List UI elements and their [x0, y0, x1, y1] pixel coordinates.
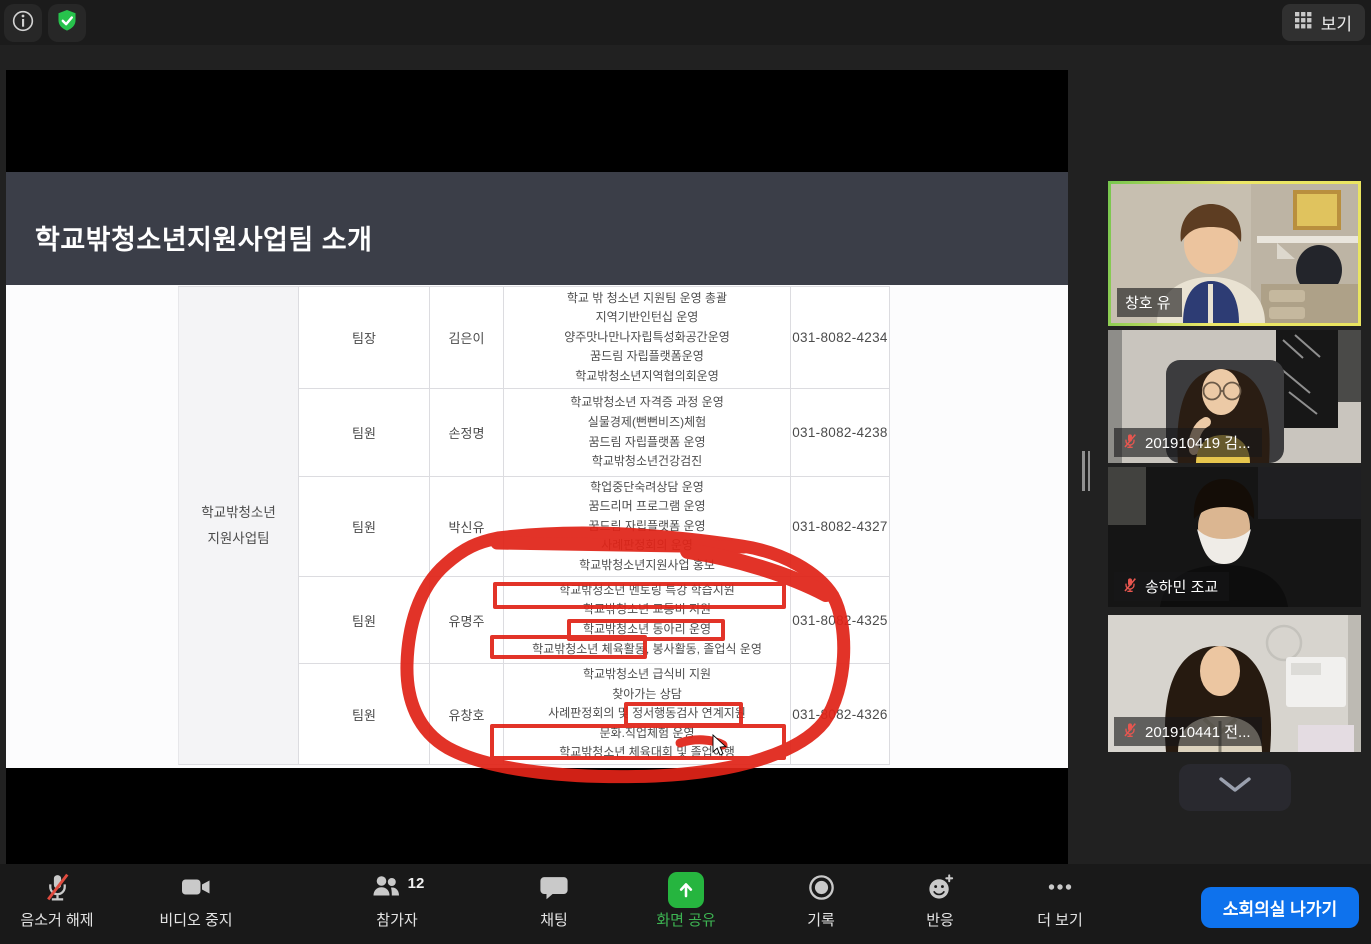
top-bar: 보기 — [0, 0, 1371, 45]
info-icon — [10, 8, 36, 39]
table-duties-cell: 학업중단숙려상담 운영 꿈드리머 프로그램 운영 꿈드림 자립플랫폼 운영 사례… — [504, 477, 791, 577]
table-phone-cell: 031-8082-4238 — [791, 389, 890, 477]
muted-mic-icon — [1122, 722, 1138, 742]
stop-video-button[interactable]: 비디오 중지 — [141, 871, 251, 930]
chevron-down-icon — [1217, 776, 1253, 799]
muted-mic-icon — [1122, 577, 1138, 597]
more-participants-button[interactable] — [1179, 764, 1291, 811]
table-phone-cell: 031-8082-4325 — [791, 577, 890, 664]
participant-name: 201910419 김... — [1145, 432, 1251, 453]
security-shield-icon — [54, 8, 80, 39]
record-icon — [806, 872, 837, 908]
reactions-label: 반응 — [926, 909, 954, 930]
muted-mic-icon — [1122, 433, 1138, 453]
meeting-info-button[interactable] — [4, 4, 42, 42]
participants-label: 참가자 — [376, 909, 417, 930]
bottom-toolbar: 음소거 해제 비디오 중지 12 참가자 — [0, 864, 1371, 944]
share-screen-icon — [668, 872, 704, 908]
table-name-cell: 박신유 — [430, 477, 504, 577]
table-name-cell: 유창호 — [430, 664, 504, 765]
chat-bubble-icon — [539, 872, 569, 907]
table-phone-cell: 031-8082-4326 — [791, 664, 890, 765]
table-duties-cell: 학교밖청소년 급식비 지원 찾아가는 상담 사례판정회의 및 정서행동검사 연계… — [504, 664, 791, 765]
slide-title-band: 학교밖청소년지원사업팀 소개 — [6, 172, 1068, 285]
shared-screen: 학교밖청소년지원사업팀 소개 학교밖청소년 지원사업팀 팀장 김은이 학교 밖 … — [6, 70, 1068, 864]
record-label: 기록 — [807, 909, 835, 930]
camera-icon — [180, 871, 212, 908]
unmute-label: 음소거 해제 — [20, 909, 93, 930]
table-name-cell: 유명주 — [430, 577, 504, 664]
video-tile[interactable]: 201910441 전... — [1108, 615, 1361, 752]
table-phone-cell: 031-8082-4327 — [791, 477, 890, 577]
table-role-cell: 팀원 — [299, 477, 430, 577]
table-role-cell: 팀원 — [299, 577, 430, 664]
record-button[interactable]: 기록 — [766, 871, 876, 930]
table-group-cell: 학교밖청소년 지원사업팀 — [178, 287, 299, 765]
video-tile-active-speaker[interactable]: 창호 유 — [1108, 181, 1361, 326]
stop-video-label: 비디오 중지 — [159, 909, 232, 930]
table-duties-cell: 학교밖청소년 자격증 과정 운영 실물경제(뻔뻔비즈)체험 꿈드림 자립플랫폼 … — [504, 389, 791, 477]
table-name-cell: 손정명 — [430, 389, 504, 477]
participants-count: 12 — [408, 875, 425, 892]
reactions-button[interactable]: 반응 — [885, 871, 995, 930]
mic-muted-icon — [41, 871, 74, 909]
participant-name: 201910441 전... — [1145, 721, 1251, 742]
share-screen-label: 화면 공유 — [656, 909, 715, 930]
view-button[interactable]: 보기 — [1282, 4, 1365, 41]
table-duties-cell: 학교밖청소년 멘토링 특강 학습지원 학교밖청소년 교통비 지원 학교밖청소년 … — [504, 577, 791, 664]
participant-name: 창호 유 — [1125, 292, 1171, 313]
participants-icon — [370, 871, 402, 908]
share-screen-button[interactable]: 화면 공유 — [631, 871, 741, 930]
table-role-cell: 팀원 — [299, 664, 430, 765]
panel-resize-handle[interactable] — [1082, 451, 1092, 491]
table-name-cell: 김은이 — [430, 287, 504, 389]
chat-label: 채팅 — [540, 909, 568, 930]
table-phone-cell: 031-8082-4234 — [791, 287, 890, 389]
participant-name-tag: 201910441 전... — [1114, 717, 1262, 746]
org-table: 학교밖청소년 지원사업팀 팀장 김은이 학교 밖 청소년 지원팀 운영 총괄 지… — [178, 286, 890, 765]
participant-name-tag: 창호 유 — [1117, 288, 1182, 317]
leave-breakout-room-button[interactable]: 소회의실 나가기 — [1201, 887, 1359, 928]
participant-name: 송하민 조교 — [1145, 576, 1218, 597]
zoom-meeting-window: 보기 학교밖청소년지원사업팀 소개 학교밖청소년 지원사업팀 팀장 김은이 학교… — [0, 0, 1371, 944]
table-role-cell: 팀장 — [299, 287, 430, 389]
ellipsis-icon — [1044, 871, 1076, 908]
smiley-reactions-icon — [925, 872, 956, 908]
slide-title: 학교밖청소년지원사업팀 소개 — [35, 218, 372, 257]
slide-content: 학교밖청소년 지원사업팀 팀장 김은이 학교 밖 청소년 지원팀 운영 총괄 지… — [6, 285, 1068, 768]
video-tile[interactable]: 송하민 조교 — [1108, 467, 1361, 607]
video-tile[interactable]: 201910419 김... — [1108, 330, 1361, 463]
grid-view-icon — [1295, 12, 1312, 34]
view-button-label: 보기 — [1321, 10, 1352, 35]
table-duties-cell: 학교 밖 청소년 지원팀 운영 총괄 지역기반인턴십 운영 양주맛나만나자립특성… — [504, 287, 791, 389]
more-button[interactable]: 더 보기 — [1005, 871, 1115, 930]
more-label: 더 보기 — [1037, 909, 1083, 930]
table-role-cell: 팀원 — [299, 389, 430, 477]
chat-button[interactable]: 채팅 — [499, 871, 609, 930]
unmute-button[interactable]: 음소거 해제 — [2, 871, 112, 930]
participants-button[interactable]: 12 참가자 — [342, 871, 452, 930]
participant-name-tag: 201910419 김... — [1114, 428, 1262, 457]
security-button[interactable] — [48, 4, 86, 42]
participant-name-tag: 송하민 조교 — [1114, 572, 1229, 601]
